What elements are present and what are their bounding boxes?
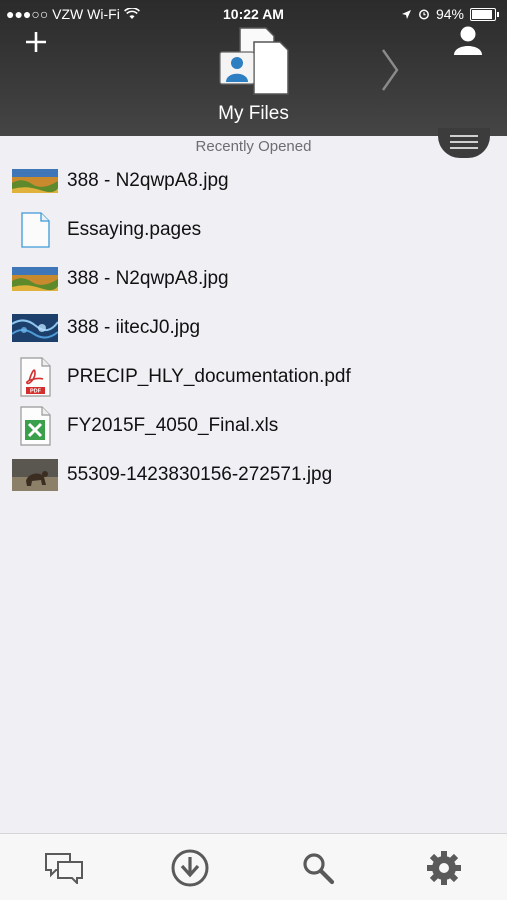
battery-icon	[470, 7, 496, 21]
list-item[interactable]: FY2015F_4050_Final.xls	[0, 401, 507, 450]
list-item[interactable]: 388 - iitecJ0.jpg	[0, 303, 507, 352]
file-name: 388 - N2qwpA8.jpg	[67, 267, 229, 289]
location-icon	[401, 9, 411, 19]
list-item[interactable]: Essaying.pages	[0, 205, 507, 254]
svg-text:PDF: PDF	[30, 388, 42, 394]
download-icon	[171, 849, 209, 887]
tab-bar	[0, 833, 507, 900]
list-item[interactable]: PDF PRECIP_HLY_documentation.pdf	[0, 352, 507, 401]
tab-downloads[interactable]	[168, 846, 212, 890]
header: ●●●○○ VZW Wi-Fi 10:22 AM 94% My Files	[0, 0, 507, 136]
chevron-right-icon[interactable]	[378, 48, 402, 92]
list-item[interactable]: 388 - N2qwpA8.jpg	[0, 156, 507, 205]
photo-thumbnail-landscape	[12, 261, 58, 297]
list-item[interactable]: 55309-1423830156-272571.jpg	[0, 450, 507, 499]
section-label-recently-opened: Recently Opened	[195, 138, 312, 155]
photo-thumbnail-blue	[12, 310, 58, 346]
search-icon	[303, 853, 335, 885]
list-item[interactable]: 388 - N2qwpA8.jpg	[0, 254, 507, 303]
add-icon[interactable]	[22, 28, 50, 56]
battery-percent: 94%	[435, 6, 464, 22]
excel-icon	[12, 405, 58, 446]
tab-search[interactable]	[296, 846, 340, 890]
tab-chat[interactable]	[42, 846, 86, 890]
recent-files-list: 388 - N2qwpA8.jpg Essaying.pages 388 - N…	[0, 156, 507, 499]
file-name: PRECIP_HLY_documentation.pdf	[67, 365, 351, 387]
file-name: 388 - N2qwpA8.jpg	[67, 169, 229, 191]
chat-icon	[45, 853, 83, 884]
photo-thumbnail-animal	[12, 457, 58, 493]
file-name: 388 - iitecJ0.jpg	[67, 316, 201, 338]
page-title: My Files	[218, 103, 289, 124]
alarm-icon	[419, 9, 429, 20]
my-files-icon[interactable]	[218, 26, 290, 98]
person-icon[interactable]	[451, 24, 485, 58]
tab-settings[interactable]	[422, 846, 466, 890]
pdf-icon: PDF	[12, 356, 58, 397]
document-icon	[12, 211, 58, 248]
photo-thumbnail-landscape	[12, 163, 58, 199]
status-bar: ●●●○○ VZW Wi-Fi 10:22 AM 94%	[0, 0, 507, 28]
file-name: 55309-1423830156-272571.jpg	[67, 463, 333, 485]
file-name: Essaying.pages	[67, 218, 202, 240]
file-name: FY2015F_4050_Final.xls	[67, 414, 279, 436]
gear-icon	[427, 851, 461, 885]
